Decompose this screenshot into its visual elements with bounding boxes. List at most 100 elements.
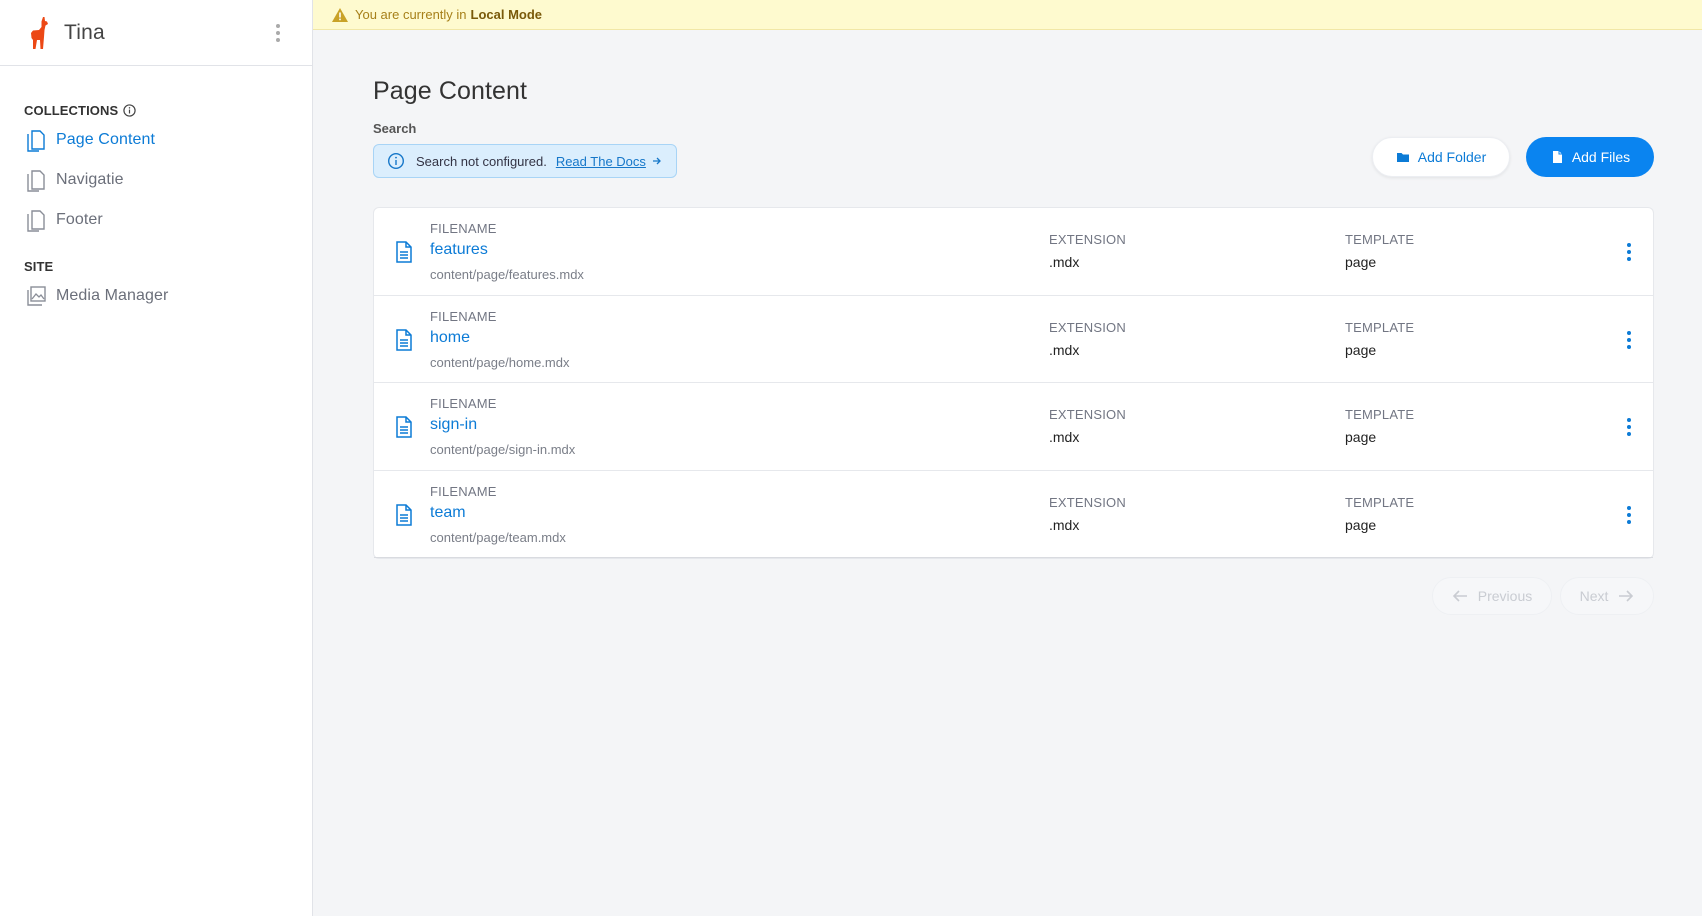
extension-label: EXTENSION (1049, 494, 1126, 510)
banner-text: You are currently in (355, 7, 467, 22)
sidebar-item-label: Navigatie (56, 171, 124, 188)
document-icon (24, 168, 48, 192)
filename-link[interactable]: home (430, 329, 569, 349)
extension-cell: EXTENSION .mdx (1049, 407, 1126, 445)
row-menu-icon[interactable] (1621, 242, 1637, 262)
documents-table: FILENAME features content/page/features.… (373, 207, 1654, 559)
template-cell: TEMPLATE page (1345, 495, 1414, 533)
table-row[interactable]: FILENAME features content/page/features.… (374, 208, 1653, 296)
filename-label: FILENAME (430, 308, 497, 324)
sidebar-item-page-content[interactable]: Page Content (24, 120, 312, 160)
filename-cell: FILENAME sign-in content/page/sign-in.md… (430, 396, 575, 457)
toolbar: Search not configured. Read The Docs Add… (373, 137, 1654, 204)
add-files-label: Add Files (1571, 149, 1631, 165)
template-value: page (1345, 341, 1377, 358)
extension-value: .mdx (1049, 429, 1080, 445)
extension-label: EXTENSION (1049, 232, 1126, 247)
next-button[interactable]: Next (1560, 577, 1654, 615)
add-folder-button[interactable]: Add Folder (1372, 137, 1510, 177)
sidebar-item-media-manager[interactable]: Media Manager (24, 276, 312, 316)
search-notice-text: Search not configured. (416, 153, 547, 169)
file-icon (1550, 150, 1564, 164)
collections-section: COLLECTIONS Page Content Navigatie Foote… (0, 66, 312, 240)
local-mode-banner: You are currently in Local Mode (313, 0, 1702, 30)
next-label: Next (1579, 588, 1609, 604)
collections-heading-label: COLLECTIONS (24, 102, 119, 118)
template-label: TEMPLATE (1345, 494, 1415, 510)
collections-heading: COLLECTIONS (24, 100, 312, 120)
filename-cell: FILENAME features content/page/features.… (430, 221, 584, 282)
filename-label: FILENAME (430, 221, 497, 236)
file-path: content/page/team.mdx (430, 529, 566, 545)
llama-logo-icon (26, 16, 52, 50)
template-label: TEMPLATE (1345, 232, 1415, 247)
sidebar-menu-icon[interactable] (268, 19, 288, 47)
file-path: content/page/features.mdx (430, 267, 584, 282)
extension-cell: EXTENSION .mdx (1049, 495, 1126, 533)
extension-value: .mdx (1049, 516, 1080, 533)
document-icon (395, 328, 413, 351)
extension-value: .mdx (1049, 254, 1080, 270)
template-cell: TEMPLATE page (1345, 232, 1414, 270)
template-value: page (1345, 516, 1377, 533)
sidebar-item-footer[interactable]: Footer (24, 200, 312, 240)
sidebar: Tina COLLECTIONS Page Content Navigatie (0, 0, 313, 916)
sidebar-item-label: Page Content (56, 131, 156, 148)
info-icon (387, 152, 405, 170)
filename-link[interactable]: team (430, 504, 566, 524)
table-row[interactable]: FILENAME sign-in content/page/sign-in.md… (374, 383, 1653, 471)
folder-icon (1396, 150, 1410, 164)
search-notice: Search not configured. Read The Docs (373, 144, 677, 178)
banner-mode: Local Mode (470, 7, 543, 22)
images-icon (24, 284, 48, 308)
file-path: content/page/sign-in.mdx (430, 442, 576, 457)
row-menu-icon[interactable] (1621, 330, 1637, 350)
template-value: page (1345, 254, 1377, 270)
filename-label: FILENAME (430, 483, 497, 499)
row-menu-icon[interactable] (1621, 417, 1637, 437)
sidebar-item-label: Footer (56, 211, 103, 228)
extension-label: EXTENSION (1049, 319, 1126, 335)
add-folder-label: Add Folder (1417, 149, 1487, 165)
app-name: Tina (64, 20, 105, 44)
previous-button[interactable]: Previous (1432, 577, 1552, 615)
arrow-right-icon (652, 156, 662, 166)
arrow-right-icon (1618, 589, 1634, 603)
document-icon (24, 128, 48, 152)
previous-label: Previous (1477, 588, 1533, 604)
sidebar-item-navigatie[interactable]: Navigatie (24, 160, 312, 200)
warning-icon (331, 7, 349, 23)
extension-value: .mdx (1049, 341, 1080, 358)
template-cell: TEMPLATE page (1345, 320, 1414, 358)
extension-label: EXTENSION (1049, 407, 1126, 422)
row-menu-icon[interactable] (1621, 505, 1637, 525)
filename-cell: FILENAME home content/page/home.mdx (430, 309, 569, 370)
table-row[interactable]: FILENAME home content/page/home.mdx EXTE… (374, 296, 1653, 383)
document-icon (24, 208, 48, 232)
site-heading: SITE (24, 258, 54, 274)
extension-cell: EXTENSION .mdx (1049, 232, 1126, 270)
document-icon (395, 241, 413, 263)
extension-cell: EXTENSION .mdx (1049, 320, 1126, 358)
filename-link[interactable]: features (430, 241, 584, 261)
filename-cell: FILENAME team content/page/team.mdx (430, 484, 566, 545)
template-cell: TEMPLATE page (1345, 407, 1414, 445)
main-content: Page Content Search Search not configure… (373, 30, 1654, 617)
info-icon[interactable] (123, 103, 136, 117)
template-label: TEMPLATE (1345, 319, 1415, 335)
sidebar-item-label: Media Manager (56, 287, 169, 304)
page-title: Page Content (373, 77, 528, 105)
document-icon (395, 503, 413, 526)
document-icon (395, 416, 413, 438)
add-files-button[interactable]: Add Files (1526, 137, 1654, 177)
filename-link[interactable]: sign-in (430, 416, 575, 436)
template-value: page (1345, 429, 1377, 445)
site-section: SITE Media Manager (0, 240, 312, 316)
read-the-docs-link[interactable]: Read The Docs (556, 154, 646, 169)
file-path: content/page/home.mdx (430, 354, 570, 370)
pagination: Previous Next (373, 577, 1654, 617)
table-row[interactable]: FILENAME team content/page/team.mdx EXTE… (374, 471, 1653, 558)
sidebar-header: Tina (0, 0, 312, 66)
filename-label: FILENAME (430, 396, 497, 411)
arrow-left-icon (1452, 589, 1468, 603)
